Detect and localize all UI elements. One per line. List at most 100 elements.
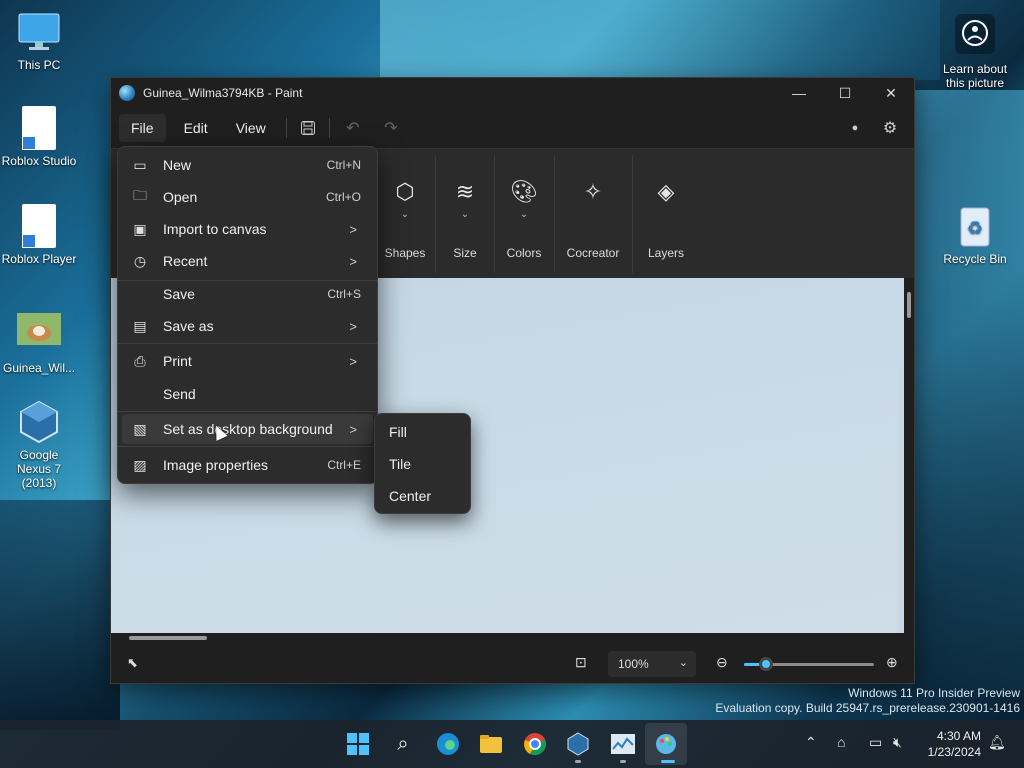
menu-item-save-as[interactable]: ▤ Save as > [122,311,373,341]
virtualbox-icon[interactable] [564,730,592,758]
desktop-background-submenu: Fill Tile Center [374,413,471,514]
submenu-item-tile[interactable]: Tile [389,456,411,472]
stroke-size-icon: ≋ [455,179,475,204]
menu-item-import[interactable]: ▣ Import to canvas > [122,214,373,244]
shapes-tool[interactable]: ⬡ ⌄ Shapes [376,149,434,279]
wallpaper-rock [912,90,1024,690]
save-as-icon: ▤ [133,317,147,334]
zoom-slider-knob[interactable] [759,657,774,671]
sparkle-icon: ✧ [583,179,603,204]
desktop-icon-roblox-studio[interactable]: Roblox Studio [1,106,77,168]
desktop-icon-label: Roblox Studio [1,154,77,168]
menu-view[interactable]: View [224,114,278,142]
notification-bell-icon[interactable]: 🔔︎ [988,734,1006,751]
menu-divider [118,446,377,447]
zoom-select[interactable]: 100% ⌄ [608,651,696,677]
paint-app-icon[interactable] [652,730,680,758]
undo-icon[interactable]: ↶ [340,115,366,141]
watermark-line: Windows 11 Pro Insider Preview [848,686,1020,700]
submenu-item-fill[interactable]: Fill [389,424,407,440]
menu-item-shortcut: Ctrl+O [325,190,361,204]
chevron-right-icon: > [349,318,357,334]
file-menu: ▭ New Ctrl+N 🗀︎ Open Ctrl+O ▣ Import to … [117,146,378,484]
menu-item-shortcut: Ctrl+E [327,458,361,472]
task-manager-icon[interactable] [609,730,637,758]
file-explorer-icon[interactable] [477,730,505,758]
desktop-icon-virtualbox[interactable]: Google Nexus 7 (2013) [1,400,77,490]
desktop-icon-recycle-bin[interactable]: ♻ Recycle Bin [937,204,1013,266]
account-icon[interactable]: ● [842,115,868,141]
layers-tool[interactable]: ◈ Layers [637,149,695,279]
menu-item-set-desktop-background[interactable]: ▧ Set as desktop background > [122,414,373,444]
scrollbar-thumb[interactable] [129,636,207,640]
maximize-button[interactable]: ☐ [822,78,868,108]
menu-edit[interactable]: Edit [172,114,220,142]
chevron-down-icon: ⌄ [460,209,470,220]
ribbon-divider [632,155,633,273]
menu-file[interactable]: File [119,114,166,142]
menu-item-label: Import to canvas [163,221,267,237]
submenu-item-center[interactable]: Center [389,488,431,504]
vertical-scrollbar[interactable] [904,278,914,633]
wallpaper-shadow [0,500,120,730]
layers-icon: ◈ [657,179,675,204]
edge-browser-icon[interactable] [434,730,462,758]
shapes-icon: ⬡ [395,179,415,204]
pointer-icon[interactable]: ⬉ [127,655,138,671]
desktop-icon-roblox-player[interactable]: Roblox Player [1,204,77,266]
scrollbar-thumb[interactable] [907,292,911,318]
search-icon[interactable]: ⌕ [389,730,417,758]
new-file-icon: ▭ [133,156,147,173]
svg-text:♻: ♻ [967,218,983,238]
chevron-right-icon: > [349,253,357,269]
chevron-right-icon: > [349,353,357,369]
chevron-down-icon: ⌄ [519,209,529,220]
zoom-slider[interactable] [744,657,874,671]
learn-about-picture[interactable]: Learn about this picture [937,14,1013,90]
menu-item-save[interactable]: Save Ctrl+S [122,279,373,309]
size-tool[interactable]: ≋ ⌄ Size [436,149,494,279]
redo-icon[interactable]: ↷ [378,115,404,141]
chrome-icon[interactable] [521,730,549,758]
menu-item-new[interactable]: ▭ New Ctrl+N [122,150,373,180]
menu-item-label: Save [163,286,195,302]
minimize-button[interactable]: — [776,78,822,108]
colors-tool[interactable]: 🎨︎ ⌄ Colors [495,149,553,279]
zoom-in-icon[interactable]: ⊕ [886,654,898,671]
menu-item-open[interactable]: 🗀︎ Open Ctrl+O [122,182,373,212]
network-icon[interactable]: ⌂ [837,734,845,750]
menu-item-send[interactable]: Send [122,379,373,409]
zoom-out-icon[interactable]: ⊖ [716,654,728,671]
size-label: Size [453,246,477,260]
menu-item-shortcut: Ctrl+S [327,287,361,301]
image-properties-icon: ▨ [133,456,147,473]
shortcut-document-icon [22,204,56,248]
save-icon[interactable] [295,115,321,141]
close-button[interactable]: ✕ [868,78,914,108]
colors-label: Colors [506,246,542,260]
volume-muted-icon[interactable]: 🔇︎ [893,734,902,751]
cocreator-tool[interactable]: ✧ Cocreator [559,149,627,279]
folder-open-icon: 🗀︎ [133,187,147,203]
desktop-background-icon: ▧ [133,420,147,437]
clock-icon: ◷ [133,252,147,269]
horizontal-scrollbar[interactable] [111,633,906,643]
chevron-up-icon[interactable]: ⌃ [805,734,817,751]
desktop-icon-guinea-image[interactable]: Guinea_Wil... [1,313,77,375]
menu-item-recent[interactable]: ◷ Recent > [122,246,373,276]
display-icon[interactable]: ▭ [869,734,882,751]
monitor-icon [17,10,61,54]
menu-item-print[interactable]: ⎙ Print > [122,346,373,376]
menu-item-label: Image properties [163,457,269,473]
clock-date: 1/23/2024 [927,745,981,759]
clock[interactable]: 4:30 AM 1/23/2024 [928,728,981,760]
desktop-icon-label: Roblox Player [1,252,77,266]
desktop-icon-this-pc[interactable]: This PC [1,10,77,72]
chevron-right-icon: > [349,221,357,237]
menu-divider [328,118,330,138]
fit-to-window-icon[interactable]: ⊡ [575,654,587,671]
start-windows-icon[interactable] [344,730,372,758]
settings-gear-icon[interactable]: ⚙ [877,115,903,141]
menu-item-image-properties[interactable]: ▨ Image properties Ctrl+E [122,450,373,480]
title-bar[interactable]: Guinea_Wilma3794KB - Paint — ☐ ✕ [111,78,914,108]
